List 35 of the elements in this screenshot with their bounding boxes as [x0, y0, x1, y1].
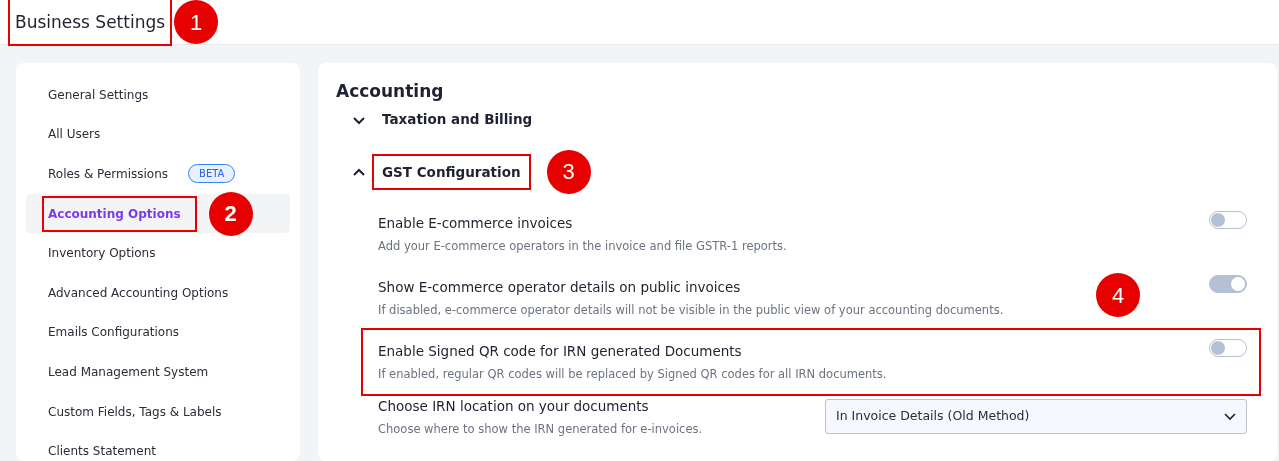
sidebar-item[interactable]: Inventory Options: [26, 233, 290, 273]
chevron-down-icon: [1224, 412, 1236, 421]
chevron-up-icon[interactable]: [352, 166, 366, 177]
sidebar-item[interactable]: Clients Statement: [26, 431, 290, 461]
callout-marker: 4: [1096, 273, 1140, 318]
section-title: Accounting: [336, 81, 445, 102]
setting-description: If enabled, regular QR codes will be replaced by Signed QR codes for all IRN documents.: [378, 366, 888, 384]
setting-label: Enable Signed QR code for IRN generated Documents: [378, 342, 742, 362]
toggle-switch[interactable]: [1209, 339, 1247, 358]
setting-description: If disabled, e-commerce operator details will not be visible in the public view of your accounting documents.: [378, 301, 1005, 319]
sidebar-item[interactable]: Advanced Accounting Options: [26, 272, 290, 313]
setting-label: Show E-commerce operator details on public invoices: [378, 277, 741, 297]
section-heading[interactable]: Taxation and Billing: [374, 103, 541, 136]
sidebar-item[interactable]: Lead Management System: [26, 352, 290, 392]
beta-badge: BETA: [188, 164, 236, 184]
select-value: In Invoice Details (Old Method): [836, 407, 1030, 426]
setting-description: Add your E-commerce operators in the invoice and file GSTR-1 reports.: [378, 237, 788, 255]
sidebar-item[interactable]: Emails Configurations: [26, 312, 290, 353]
page-title: Business Settings: [10, 0, 171, 44]
toggle-switch[interactable]: [1209, 210, 1247, 229]
callout-marker: 2: [208, 191, 253, 236]
sidebar-item[interactable]: Roles & Permissions BETA: [26, 154, 290, 194]
chevron-down-icon[interactable]: [352, 114, 366, 125]
section-heading[interactable]: GST Configuration: [374, 155, 529, 188]
setting-label: Choose IRN location on your documents: [378, 397, 649, 417]
callout-marker: 3: [546, 149, 591, 194]
sidebar-item[interactable]: General Settings: [26, 75, 290, 115]
callout-marker: 1: [174, 0, 219, 44]
toggle-switch[interactable]: [1209, 274, 1247, 293]
setting-label: Enable E-commerce invoices: [378, 213, 573, 233]
dropdown-select[interactable]: In Invoice Details (Old Method): [825, 399, 1247, 434]
setting-description: Choose where to show the IRN generated for e-invoices.: [378, 421, 704, 439]
sidebar-item[interactable]: Accounting Options 2: [26, 193, 290, 234]
sidebar-item[interactable]: All Users: [26, 114, 290, 155]
sidebar-item[interactable]: Custom Fields, Tags & Labels: [26, 391, 290, 432]
